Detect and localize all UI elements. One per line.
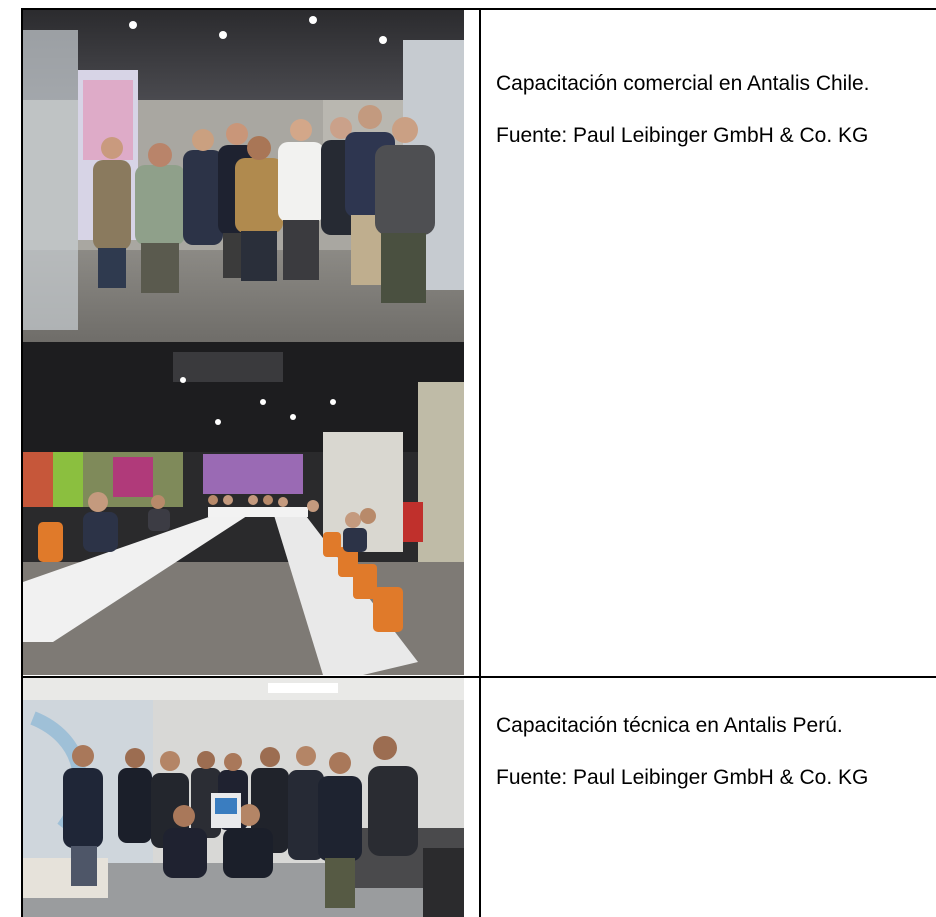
conference-room-training-session	[23, 342, 464, 675]
row-2-caption: Capacitación técnica en Antalis Perú.	[496, 714, 843, 737]
group-photo-training-room	[23, 678, 464, 917]
row-1-text: Capacitación comercial en Antalis Chile.…	[496, 71, 916, 149]
row-2-source: Fuente: Paul Leibinger GmbH & Co. KG	[496, 766, 869, 789]
group-photo-office-hallway	[23, 10, 464, 342]
row-1-caption: Capacitación comercial en Antalis Chile.	[496, 72, 870, 95]
row-2-text: Capacitación técnica en Antalis Perú. Fu…	[496, 713, 916, 791]
table-column-divider	[479, 8, 481, 917]
row-1-source: Fuente: Paul Leibinger GmbH & Co. KG	[496, 124, 869, 147]
